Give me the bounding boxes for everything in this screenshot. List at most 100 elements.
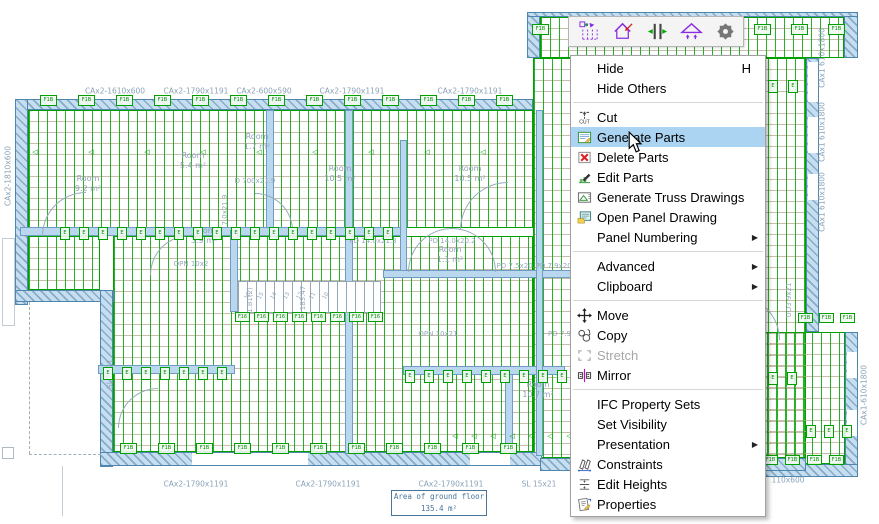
stud-marker-tag: E	[250, 227, 260, 240]
interior-wall	[505, 374, 513, 454]
area-box-value: 135.4 m²	[392, 503, 486, 515]
area-box-title: Area of ground floor	[392, 491, 486, 503]
generate-parts-tool-icon[interactable]	[578, 20, 601, 44]
stud-marker-tag: E	[103, 367, 113, 380]
stud-marker-tag: F1B	[306, 95, 323, 106]
edit-heights-icon	[571, 477, 597, 492]
stud-marker-tag: E	[481, 370, 491, 383]
menu-item-edit-parts[interactable]: Edit Parts	[571, 167, 765, 187]
menu-item-label: Constraints	[597, 457, 765, 472]
stud-marker-tag: F16	[254, 312, 269, 322]
blocking-tick: ◁	[312, 148, 317, 156]
exterior-wall	[527, 12, 540, 58]
stud-marker-tag: F1B	[196, 443, 213, 454]
stud-marker-tag: E	[174, 227, 184, 240]
exterior-wall	[15, 99, 28, 305]
context-menu: HideHHide Others CUTCutGenerate PartsDele…	[570, 55, 766, 517]
menu-item-constraints[interactable]: Constraints	[571, 454, 765, 474]
wall-opening	[470, 453, 510, 465]
mirror-tool-icon[interactable]	[646, 20, 669, 44]
opening-label: OPN 10x21	[418, 330, 457, 338]
menu-item-advanced[interactable]: Advanced▶	[571, 256, 765, 276]
roof-panel-tool-icon[interactable]	[612, 20, 635, 44]
mirror-icon	[571, 368, 597, 383]
stud-marker-tag: E	[405, 370, 415, 383]
stud-marker-tag: F16	[311, 312, 326, 322]
properties-icon	[571, 497, 597, 512]
stud-marker-tag: F1B	[424, 443, 441, 454]
menu-separator	[573, 300, 763, 301]
stud-marker-tag: F1B	[785, 455, 800, 465]
settings-gear-icon[interactable]	[714, 20, 737, 44]
menu-item-set-visibility[interactable]: Set Visibility	[571, 414, 765, 434]
menu-item-edit-heights[interactable]: Edit Heights	[571, 474, 765, 494]
room-label: Room10.7 m²	[522, 380, 553, 400]
stud-marker-tag: E	[60, 227, 70, 240]
opening-label: D 700x21.9	[235, 177, 276, 185]
menu-item-hide-others[interactable]: Hide Others	[571, 78, 765, 98]
stud-marker-tag: E	[364, 227, 374, 240]
menu-item-ifc-property-sets[interactable]: IFC Property Sets	[571, 394, 765, 414]
stud-marker-tag: E	[788, 80, 798, 93]
stud-marker-tag: E	[231, 227, 241, 240]
menu-item-generate-parts[interactable]: Generate Parts	[571, 127, 765, 147]
menu-item-label: Copy	[597, 328, 765, 343]
menu-item-properties[interactable]: Properties	[571, 494, 765, 514]
stud-marker-tag: F1B	[310, 443, 327, 454]
stud-marker-tag: F16	[273, 312, 288, 322]
grid-origin-square	[2, 447, 14, 459]
menu-item-label: Cut	[597, 110, 765, 125]
menu-item-presentation[interactable]: Presentation▶	[571, 434, 765, 454]
menu-item-label: Properties	[597, 497, 765, 512]
stud-marker-tag: F16	[292, 312, 307, 322]
menu-item-delete-parts[interactable]: Delete Parts	[571, 147, 765, 167]
stud-marker-tag: E	[198, 367, 208, 380]
blocking-tick: ◁	[200, 148, 205, 156]
stud-marker-tag: E	[79, 227, 89, 240]
stud-marker-tag: F1B	[420, 95, 437, 106]
menu-item-label: Hide	[597, 61, 742, 76]
menu-item-move[interactable]: Move	[571, 305, 765, 325]
stud-marker-tag: E	[212, 227, 222, 240]
opening-label: 7.0x21.9	[221, 195, 229, 226]
menu-item-generate-truss-drawings[interactable]: Generate Truss Drawings	[571, 187, 765, 207]
room-area: 10.5 m²	[324, 174, 355, 184]
room-area: 10.7 m²	[522, 390, 553, 400]
blocking-tick: ◁	[490, 432, 495, 440]
stud-marker-tag: E	[136, 227, 146, 240]
panel-label: 110x600	[771, 476, 804, 485]
menu-item-copy[interactable]: Copy	[571, 325, 765, 345]
menu-item-open-panel-drawing[interactable]: Open Panel Drawing	[571, 207, 765, 227]
room-name: Room	[437, 245, 463, 255]
menu-item-clipboard[interactable]: Clipboard▶	[571, 276, 765, 296]
menu-item-hide[interactable]: HideH	[571, 58, 765, 78]
menu-item-mirror[interactable]: Mirror	[571, 365, 765, 385]
blocking-tick: ◁	[547, 432, 552, 440]
menu-item-label: Edit Parts	[597, 170, 765, 185]
room-label: Room9.2 m²	[75, 174, 101, 194]
opening-label: UO3 9x21	[785, 283, 793, 318]
stud-marker-tag: E	[462, 370, 472, 383]
stud-marker-tag: F1B	[116, 95, 133, 106]
blocking-tick: ◁	[528, 432, 533, 440]
stud-marker-tag: E	[160, 367, 170, 380]
open-panel-icon	[571, 210, 597, 225]
exterior-wall	[844, 12, 858, 58]
menu-item-panel-numbering[interactable]: Panel Numbering▶	[571, 227, 765, 247]
menu-item-label: IFC Property Sets	[597, 397, 765, 412]
menu-item-label: Stretch	[597, 348, 765, 363]
menu-item-label: Mirror	[597, 368, 765, 383]
menu-item-label: Set Visibility	[597, 417, 765, 432]
menu-item-label: Move	[597, 308, 765, 323]
truss-tool-icon[interactable]	[680, 20, 703, 44]
grid-line	[62, 466, 64, 516]
stud-marker-tag: F1B	[829, 455, 844, 465]
wall-opening	[192, 453, 308, 465]
stud-marker-tag: E	[155, 227, 165, 240]
wall-opening	[808, 117, 818, 153]
stud-marker-tag: F1B	[458, 95, 475, 106]
menu-item-cut[interactable]: CUTCut	[571, 107, 765, 127]
stud-marker-tag: E	[122, 367, 132, 380]
stud-marker-tag: E	[383, 227, 393, 240]
stretch-icon	[571, 348, 597, 363]
